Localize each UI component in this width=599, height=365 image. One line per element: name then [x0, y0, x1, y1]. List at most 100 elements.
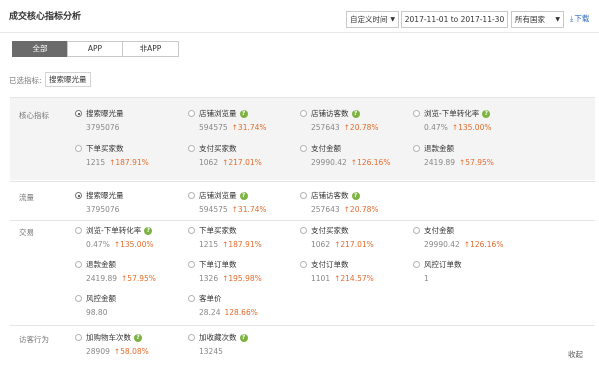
metric-head: 支付买家数	[188, 143, 298, 154]
metric-head: 风控金额	[75, 293, 185, 304]
metric-radio[interactable]	[75, 145, 82, 152]
metric-radio[interactable]	[188, 334, 195, 341]
metric-item[interactable]: 下单订单数 1326 ↑195.98%	[188, 259, 298, 283]
help-icon[interactable]: ?	[144, 226, 153, 235]
metric-item[interactable]: 客单价 28.24 128.66%	[188, 293, 298, 317]
metric-change: ↑126.16%	[350, 158, 391, 167]
metric-radio[interactable]	[75, 261, 82, 268]
metric-item[interactable]: 加收藏次数? 13245	[188, 332, 298, 356]
metric-change: ↑57.95%	[121, 274, 156, 283]
metric-item[interactable]: 支付买家数 1062 ↑217.01%	[300, 225, 410, 249]
metric-radio[interactable]	[300, 227, 307, 234]
download-button[interactable]: ⤓下载	[570, 13, 589, 24]
metric-head: 下单订单数	[188, 259, 298, 270]
metric-value: 13245	[199, 347, 223, 356]
metric-radio[interactable]	[75, 334, 82, 341]
metric-radio[interactable]	[413, 110, 420, 117]
metric-head: 店铺浏览量?	[188, 108, 298, 119]
metric-radio[interactable]	[188, 192, 195, 199]
metric-item[interactable]: 退款金额 2419.89 ↑57.95%	[413, 143, 523, 167]
time-range-select[interactable]: 自定义时间 ▼	[346, 11, 399, 28]
collapse-button[interactable]: 收起	[568, 349, 583, 360]
metric-item[interactable]: 支付订单数 1101 ↑214.57%	[300, 259, 410, 283]
metric-radio[interactable]	[413, 261, 420, 268]
metric-head: 加收藏次数?	[188, 332, 298, 343]
metric-item[interactable]: 下单买家数 1215 ↑187.91%	[75, 143, 185, 167]
metric-radio[interactable]	[188, 227, 195, 234]
metric-item[interactable]: 浏览-下单转化率? 0.47% ↑135.00%	[413, 108, 523, 132]
metric-radio[interactable]	[188, 145, 195, 152]
date-range-input[interactable]: 2017-11-01 to 2017-11-30	[401, 11, 508, 28]
metric-item[interactable]: 退款金额 2419.89 ↑57.95%	[75, 259, 185, 283]
metric-item[interactable]: 搜索曝光量 3795076	[75, 108, 185, 132]
section-divider	[10, 181, 595, 182]
help-icon[interactable]: ?	[482, 109, 491, 118]
metric-name: 浏览-下单转化率	[424, 109, 480, 118]
metric-radio[interactable]	[300, 145, 307, 152]
metric-item[interactable]: 搜索曝光量 3795076	[75, 190, 185, 214]
metric-item[interactable]: 下单买家数 1215 ↑187.91%	[188, 225, 298, 249]
header-divider	[0, 32, 599, 33]
metric-item[interactable]: 店铺访客数? 257643 ↑20.78%	[300, 108, 410, 132]
chevron-down-icon: ▼	[390, 16, 395, 23]
metric-radio[interactable]	[75, 295, 82, 302]
metric-radio[interactable]	[413, 145, 420, 152]
metric-radio[interactable]	[188, 295, 195, 302]
metric-radio[interactable]	[188, 110, 195, 117]
metric-name: 店铺浏览量	[199, 109, 237, 118]
metric-head: 客单价	[188, 293, 298, 304]
metric-value: 1062	[311, 240, 331, 249]
metric-item[interactable]: 风控金额 98.80	[75, 293, 185, 317]
metric-radio[interactable]	[188, 261, 195, 268]
metric-radio[interactable]	[300, 261, 307, 268]
help-icon[interactable]: ?	[134, 333, 142, 342]
metric-item[interactable]: 风控订单数 1	[413, 259, 523, 283]
help-icon[interactable]: ?	[239, 191, 248, 200]
tab-app[interactable]: APP	[67, 41, 123, 57]
metric-item[interactable]: 店铺访客数? 257643 ↑20.78%	[300, 190, 410, 214]
metric-radio[interactable]	[75, 227, 82, 234]
metric-change: ↑31.74%	[231, 123, 267, 132]
metric-radio[interactable]	[413, 227, 420, 234]
metric-change: ↑195.98%	[222, 274, 262, 283]
metric-item[interactable]: 加购物车次数? 28909 ↑58.08%	[75, 332, 185, 356]
metric-value: 1101	[311, 274, 331, 283]
metric-change: ↑214.57%	[334, 274, 374, 283]
selected-metric-chip[interactable]: 搜索曝光量	[45, 72, 91, 87]
metric-item[interactable]: 支付金额 29990.42 ↑126.16%	[413, 225, 523, 249]
metric-value-row: 28.24 128.66%	[199, 308, 298, 317]
metric-item[interactable]: 店铺浏览量? 594575 ↑31.74%	[188, 190, 298, 214]
help-icon[interactable]: ?	[351, 109, 360, 118]
metric-value-row: 29990.42 ↑126.16%	[424, 240, 523, 249]
metric-value-row: 3795076	[86, 205, 185, 214]
metric-radio[interactable]	[75, 192, 82, 199]
metric-radio[interactable]	[300, 110, 307, 117]
metric-name: 搜索曝光量	[86, 191, 124, 200]
metric-value: 594575	[199, 123, 228, 132]
metric-head: 风控订单数	[413, 259, 523, 270]
help-icon[interactable]: ?	[351, 191, 360, 200]
section-label-core: 核心指标	[19, 111, 49, 120]
page-title: 成交核心指标分析	[9, 12, 82, 22]
help-icon[interactable]: ?	[239, 333, 248, 342]
metric-head: 退款金额	[75, 259, 185, 270]
metric-item[interactable]: 店铺浏览量? 594575 ↑31.74%	[188, 108, 298, 132]
metric-head: 店铺浏览量?	[188, 190, 298, 201]
tab-non-app[interactable]: 非APP	[122, 41, 179, 57]
metric-item[interactable]: 支付买家数 1062 ↑217.01%	[188, 143, 298, 167]
metric-head: 退款金额	[413, 143, 523, 154]
metric-value: 29990.42	[424, 240, 460, 249]
metric-value-row: 594575 ↑31.74%	[199, 123, 298, 132]
help-icon[interactable]: ?	[239, 109, 248, 118]
metric-radio[interactable]	[300, 192, 307, 199]
metric-item[interactable]: 浏览-下单转化率? 0.47% ↑135.00%	[75, 225, 185, 249]
country-select[interactable]: 所有国家 ▼	[511, 11, 564, 28]
metric-value-row: 1215 ↑187.91%	[86, 158, 185, 167]
tab-all[interactable]: 全部	[12, 41, 68, 57]
metric-name: 支付买家数	[199, 144, 237, 153]
metric-item[interactable]: 支付金额 29990.42 ↑126.16%	[300, 143, 410, 167]
metric-value: 28909	[86, 347, 110, 356]
metric-change: ↑135.00%	[451, 123, 492, 132]
metric-value-row: 0.47% ↑135.00%	[86, 240, 185, 249]
metric-radio[interactable]	[75, 110, 82, 117]
